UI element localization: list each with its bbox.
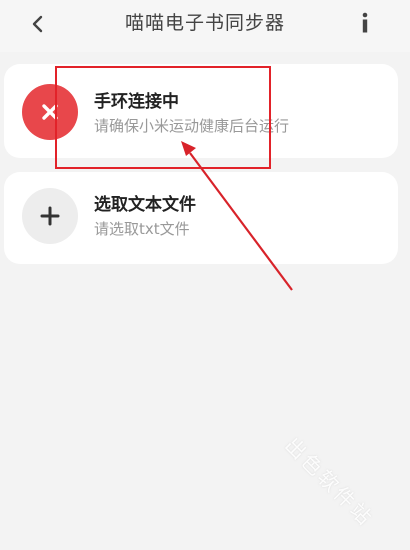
plus-icon: [40, 206, 60, 226]
card-title: 选取文本文件: [94, 195, 196, 215]
info-icon: [362, 12, 368, 33]
top-bar: 喵喵电子书同步器: [0, 0, 410, 52]
select-file-card[interactable]: 选取文本文件 请选取txt文件: [4, 172, 398, 264]
watermark: 出色软件站: [280, 432, 379, 532]
info-button[interactable]: [355, 6, 375, 40]
add-badge: [22, 188, 78, 244]
card-subtitle: 请选取txt文件: [94, 220, 190, 238]
page-title: 喵喵电子书同步器: [124, 12, 285, 34]
highlight-box: [55, 66, 271, 169]
